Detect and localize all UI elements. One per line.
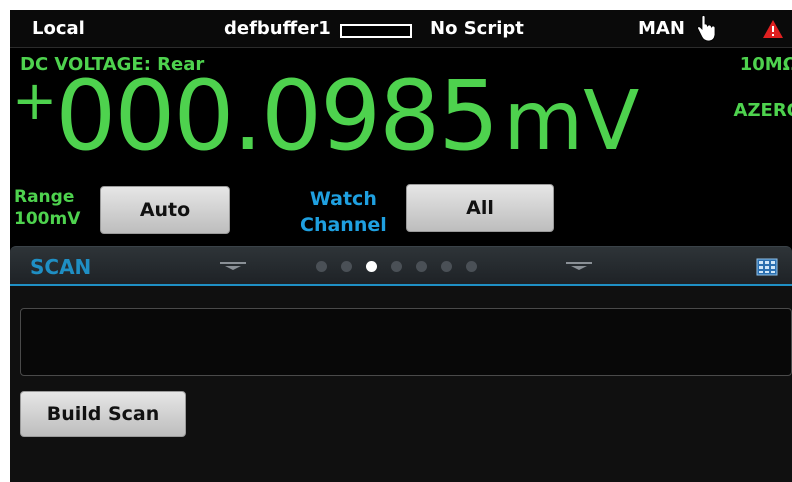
input-impedance-indicator: 10MΩ bbox=[739, 54, 792, 75]
page-dot[interactable] bbox=[341, 261, 352, 272]
swipe-panel-body: Build Scan bbox=[10, 286, 792, 482]
hand-pointer-icon[interactable] bbox=[694, 15, 718, 43]
autozero-indicator: AZERO bbox=[733, 100, 792, 121]
page-dot[interactable] bbox=[441, 261, 452, 272]
watch-label-line2: Channel bbox=[300, 214, 387, 236]
page-dot[interactable] bbox=[391, 261, 402, 272]
range-label-value: 100mV bbox=[14, 209, 81, 229]
buffer-fill-indicator[interactable] bbox=[340, 24, 412, 38]
menu-grid-icon[interactable] bbox=[756, 257, 778, 277]
watch-channel-label: Watch Channel bbox=[300, 186, 387, 238]
drag-handle-icon[interactable] bbox=[220, 261, 246, 271]
build-scan-button[interactable]: Build Scan bbox=[20, 391, 186, 437]
reading-sign: + bbox=[12, 69, 57, 132]
active-buffer[interactable]: defbuffer1 bbox=[224, 18, 331, 39]
script-status[interactable]: No Script bbox=[430, 18, 524, 39]
reading-value: 000.0985 bbox=[55, 60, 499, 172]
instrument-screen: Local defbuffer1 No Script MAN DC VOLTAG… bbox=[10, 10, 792, 482]
page-dot[interactable] bbox=[466, 261, 477, 272]
warning-icon[interactable] bbox=[762, 19, 784, 39]
swipe-page-indicator[interactable] bbox=[316, 261, 477, 272]
reading-unit: mV bbox=[503, 74, 640, 169]
page-dot-active[interactable] bbox=[366, 261, 377, 272]
watch-label-line1: Watch bbox=[309, 188, 377, 210]
status-bar: Local defbuffer1 No Script MAN bbox=[10, 10, 792, 48]
watch-channel-all-button[interactable]: All bbox=[406, 184, 554, 232]
drag-handle-icon[interactable] bbox=[566, 261, 592, 271]
page-dot[interactable] bbox=[316, 261, 327, 272]
terminal-location[interactable]: Local bbox=[32, 18, 85, 39]
range-label-title: Range bbox=[14, 187, 75, 207]
scan-list-box[interactable] bbox=[20, 308, 792, 376]
swipe-panel-header[interactable]: SCAN bbox=[10, 246, 792, 286]
trigger-mode[interactable]: MAN bbox=[638, 18, 685, 39]
range-label: Range 100mV bbox=[14, 186, 80, 230]
swipe-panel-title: SCAN bbox=[30, 255, 92, 279]
measurement-reading: +000.0985mV bbox=[12, 68, 639, 164]
range-auto-button[interactable]: Auto bbox=[100, 186, 230, 234]
page-dot[interactable] bbox=[416, 261, 427, 272]
